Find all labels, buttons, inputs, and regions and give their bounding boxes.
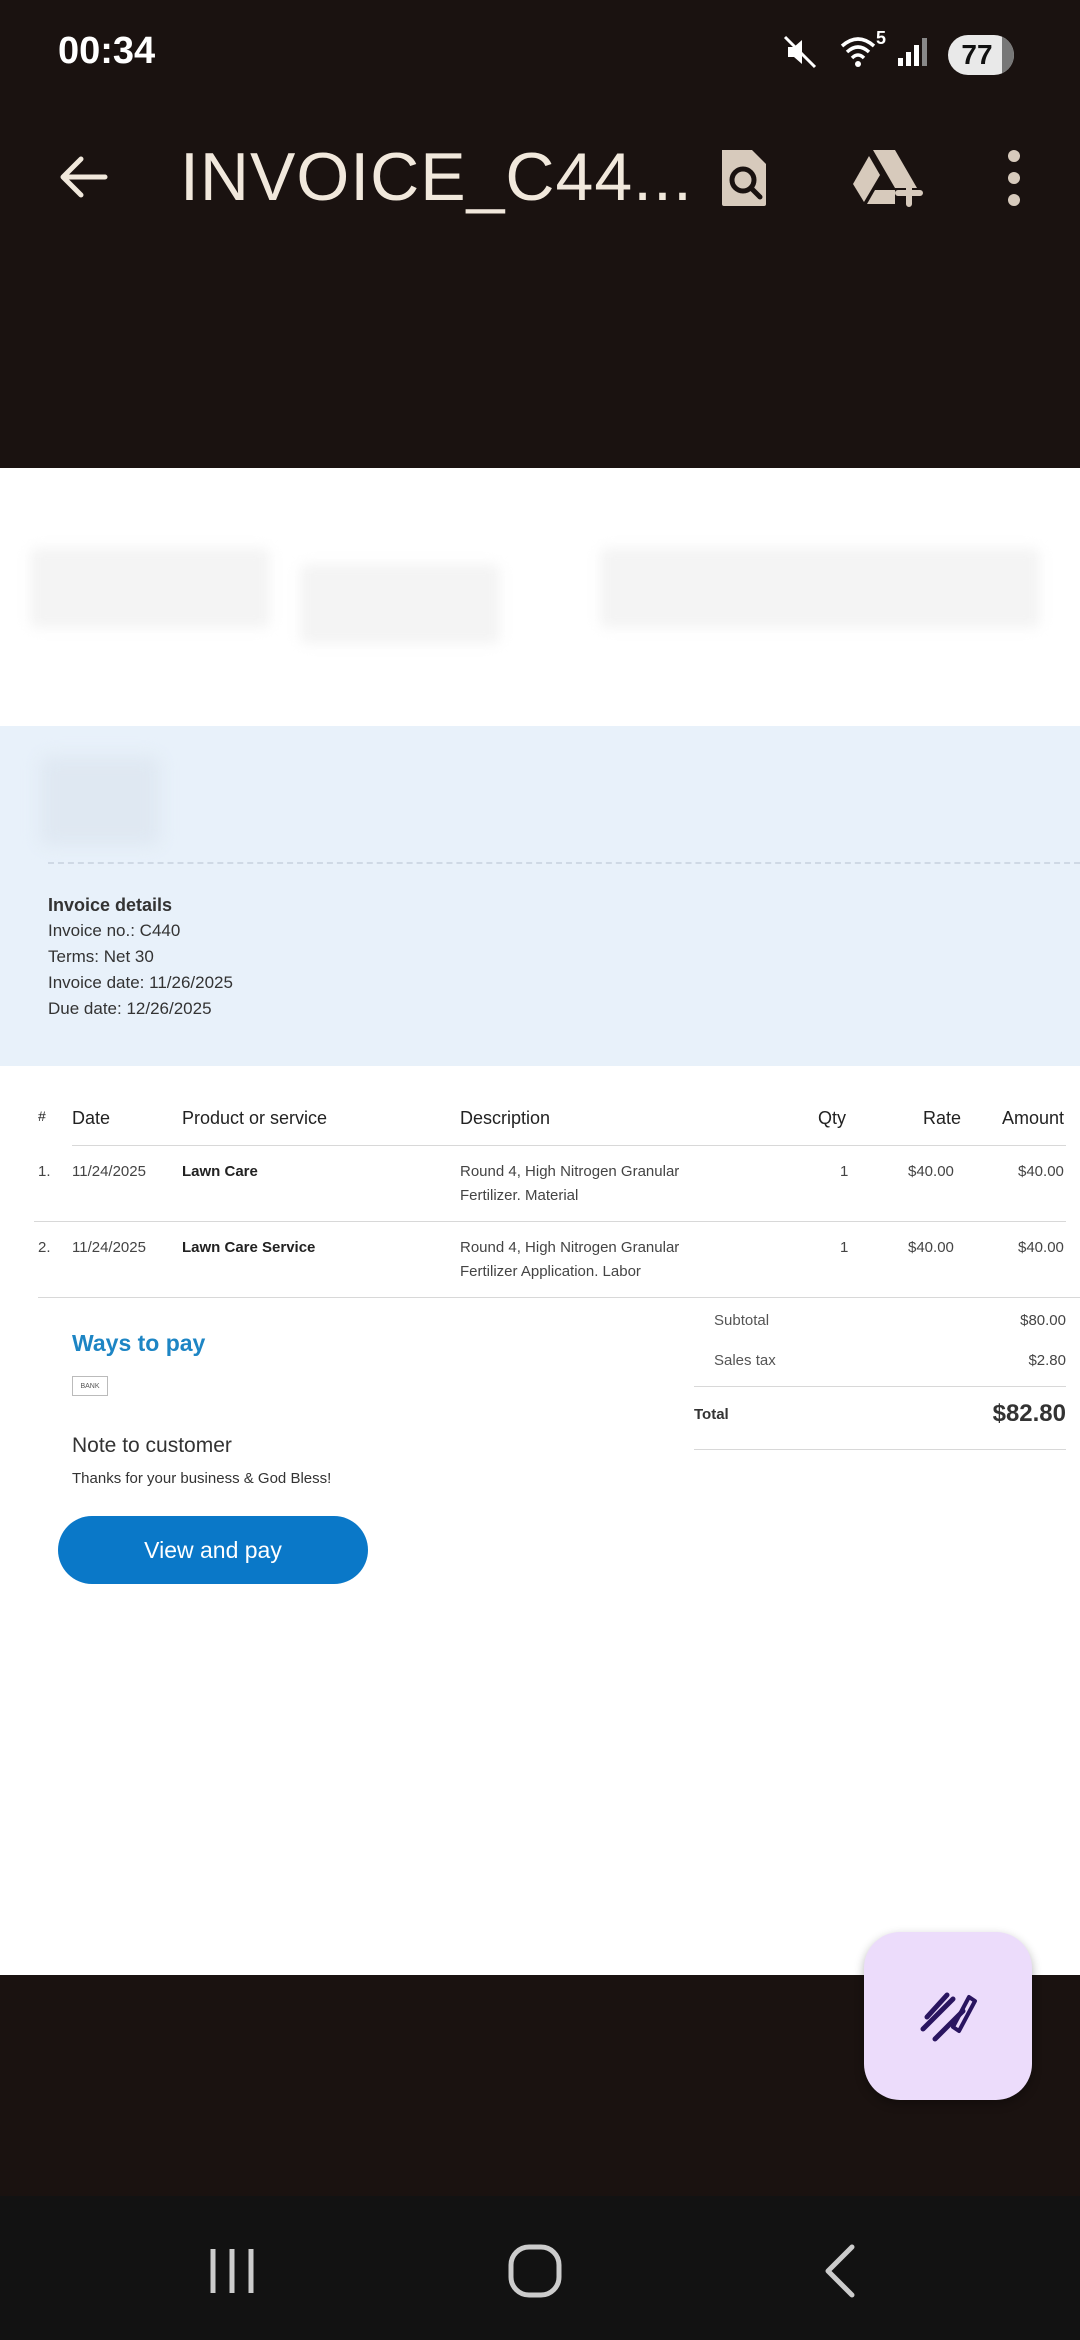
home-button[interactable] xyxy=(495,2236,575,2306)
total-value: $82.80 xyxy=(992,1400,1066,1427)
system-nav-bar xyxy=(0,2196,1080,2340)
row-date: 11/24/2025 xyxy=(72,1163,146,1180)
col-header-rate: Rate xyxy=(923,1108,962,1128)
mute-icon xyxy=(780,32,820,77)
totals-bottom-divider xyxy=(694,1449,1066,1450)
invoice-details-heading: Invoice details xyxy=(48,895,173,915)
home-icon xyxy=(508,2244,562,2298)
row-description-line1: Round 4, High Nitrogen Granular xyxy=(460,1163,680,1180)
more-vert-icon xyxy=(1008,150,1020,206)
redacted-header xyxy=(0,468,1080,726)
invoice-details: Invoice details Invoice no.: C440 Terms:… xyxy=(48,892,233,1022)
sales-tax-label: Sales tax xyxy=(714,1352,776,1369)
due-date: Due date: 12/26/2025 xyxy=(48,999,212,1018)
add-to-drive-button[interactable] xyxy=(850,140,926,216)
row-qty: 1 xyxy=(840,1163,849,1180)
invoice-number: Invoice no.: C440 xyxy=(48,921,181,940)
col-header-amount: Amount xyxy=(1002,1108,1065,1128)
more-options-button[interactable] xyxy=(976,140,1052,216)
wifi-level: 5 xyxy=(875,28,886,48)
row-number: 1. xyxy=(38,1163,51,1180)
col-header-number: # xyxy=(38,1108,46,1124)
document-title: INVOICE_C44... xyxy=(180,139,693,215)
chevron-left-icon xyxy=(825,2244,855,2298)
signal-icon xyxy=(896,36,930,73)
drive-add-icon xyxy=(853,150,923,207)
ways-to-pay-title: Ways to pay xyxy=(72,1330,206,1356)
col-header-date: Date xyxy=(72,1108,111,1128)
row-product: Lawn Care xyxy=(182,1163,258,1180)
pen-scribble-icon xyxy=(920,1992,977,2042)
row-rate: $40.00 xyxy=(908,1163,954,1180)
note-to-customer-title: Note to customer xyxy=(72,1434,232,1457)
row-product: Lawn Care Service xyxy=(182,1239,316,1256)
annotate-button[interactable] xyxy=(864,1932,1032,2100)
row-rate: $40.00 xyxy=(908,1239,954,1256)
subtotal-label: Subtotal xyxy=(714,1312,770,1329)
back-button[interactable] xyxy=(48,142,118,212)
recent-apps-button[interactable] xyxy=(192,2236,272,2306)
divider xyxy=(48,862,1080,864)
row-description-line2: Fertilizer Application. Labor xyxy=(460,1263,641,1280)
battery-indicator: 77 xyxy=(948,34,1014,75)
invoice-date: Invoice date: 11/26/2025 xyxy=(48,973,233,992)
sales-tax-value: $2.80 xyxy=(1028,1352,1066,1369)
invoice-details-section: Invoice details Invoice no.: C440 Terms:… xyxy=(0,726,1080,1066)
status-bar: 00:34 5 77 xyxy=(0,0,1080,110)
subtotal-value: $80.00 xyxy=(1020,1312,1066,1329)
totals-divider xyxy=(694,1386,1066,1387)
col-header-description: Description xyxy=(460,1108,551,1128)
row-date: 11/24/2025 xyxy=(72,1239,146,1256)
recents-icon xyxy=(210,2249,254,2293)
document-search-icon xyxy=(722,150,766,206)
row-amount: $40.00 xyxy=(1018,1239,1064,1256)
search-document-button[interactable] xyxy=(706,140,782,216)
status-time: 00:34 xyxy=(58,30,156,72)
header-divider xyxy=(72,1145,1066,1146)
app-bar: INVOICE_C44... xyxy=(0,110,1080,240)
row-number: 2. xyxy=(38,1239,51,1256)
bank-badge: BANK xyxy=(72,1376,108,1396)
total-label: Total xyxy=(694,1406,729,1423)
redacted-logo xyxy=(40,756,160,846)
row-description-line2: Fertilizer. Material xyxy=(460,1187,579,1204)
row-description-line1: Round 4, High Nitrogen Granular xyxy=(460,1239,680,1256)
invoice-terms: Terms: Net 30 xyxy=(48,947,154,966)
invoice-page[interactable]: Invoice details Invoice no.: C440 Terms:… xyxy=(0,468,1080,1975)
table-bottom-divider xyxy=(38,1297,1080,1298)
status-icons: 5 77 xyxy=(780,28,1014,77)
wifi-icon: 5 xyxy=(838,28,886,75)
row-qty: 1 xyxy=(840,1239,849,1256)
col-header-qty: Qty xyxy=(818,1108,847,1128)
note-to-customer-text: Thanks for your business & God Bless! xyxy=(72,1470,332,1487)
row-amount: $40.00 xyxy=(1018,1163,1064,1180)
row-divider xyxy=(34,1221,1066,1222)
arrow-left-icon xyxy=(60,156,108,198)
nav-back-button[interactable] xyxy=(800,2236,880,2306)
view-and-pay-button[interactable]: View and pay xyxy=(58,1516,368,1584)
col-header-product: Product or service xyxy=(182,1108,328,1128)
